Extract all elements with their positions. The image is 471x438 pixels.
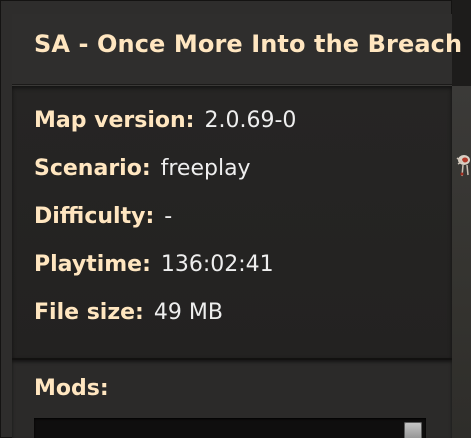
difficulty-label: Difficulty:: [34, 204, 155, 229]
mods-label: Mods:: [34, 376, 109, 401]
scenario-label: Scenario:: [34, 156, 151, 181]
file-size-row: File size: 49 MB: [34, 300, 223, 334]
save-details-screen: SA - Once More Into the Breach Map versi…: [0, 0, 471, 438]
difficulty-row: Difficulty: -: [34, 204, 172, 238]
scenario-row: Scenario: freeplay: [34, 156, 251, 190]
biter-sprite-icon: [456, 155, 470, 177]
scenario-value: freeplay: [160, 156, 251, 181]
mods-panel: Mods:: [12, 360, 452, 438]
map-version-value: 2.0.69-0: [204, 108, 297, 133]
title-bar: SA - Once More Into the Breach: [12, 14, 462, 85]
mods-list[interactable]: [34, 418, 426, 438]
save-info-panel: Map version: 2.0.69-0 Scenario: freeplay…: [12, 86, 452, 360]
file-size-label: File size:: [34, 300, 144, 325]
map-version-row: Map version: 2.0.69-0: [34, 108, 296, 142]
mods-scrollbar-thumb[interactable]: [404, 422, 422, 438]
playtime-value: 136:02:41: [160, 252, 274, 277]
background-game-scene: [452, 86, 471, 438]
map-version-label: Map version:: [34, 108, 195, 133]
file-size-value: 49 MB: [153, 300, 223, 325]
playtime-row: Playtime: 136:02:41: [34, 252, 274, 286]
difficulty-value: -: [164, 204, 173, 229]
playtime-label: Playtime:: [34, 252, 151, 277]
save-details-frame: SA - Once More Into the Breach Map versi…: [0, 0, 462, 438]
save-title: SA - Once More Into the Breach: [34, 30, 463, 58]
